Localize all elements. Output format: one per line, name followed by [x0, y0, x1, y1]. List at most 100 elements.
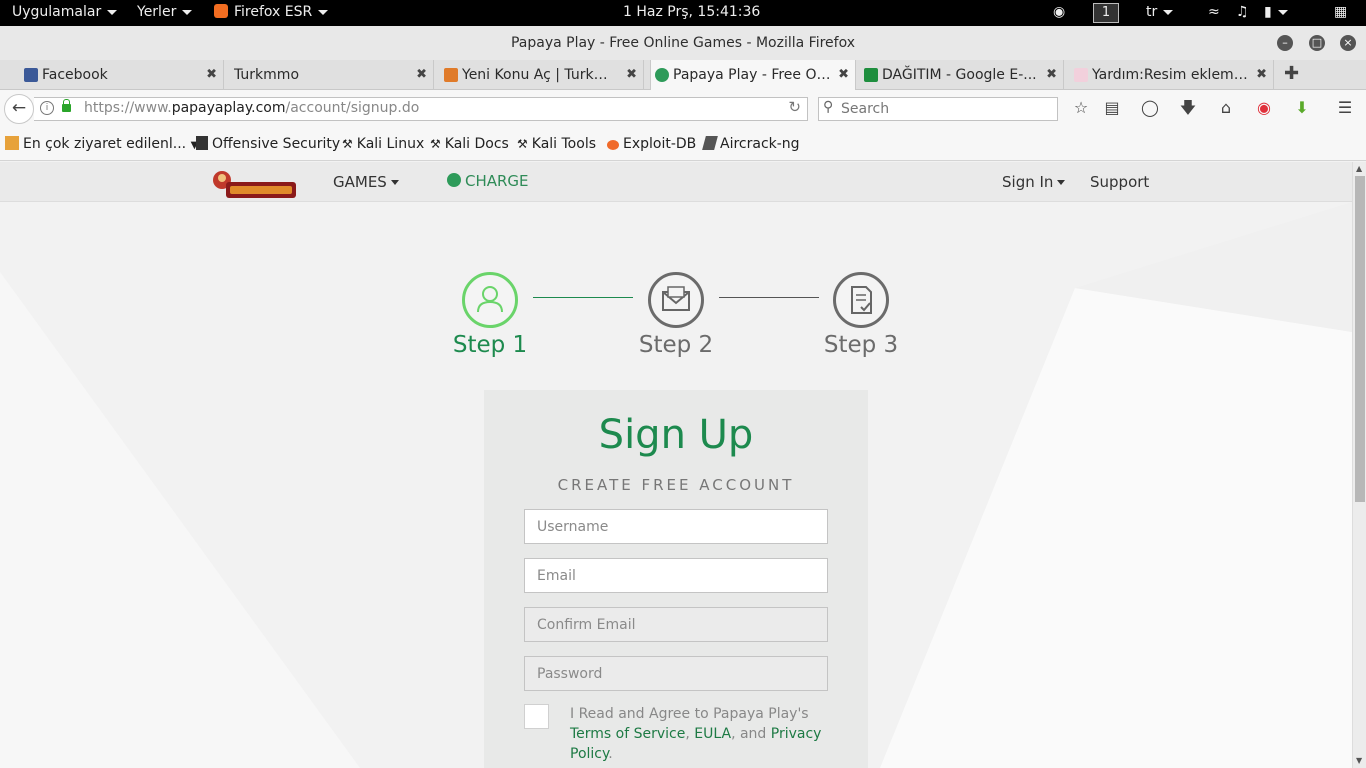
clock[interactable]: 1 Haz Prş, 15:41:36: [623, 4, 760, 20]
close-icon[interactable]: ✖: [1046, 60, 1057, 90]
bookmark-kali-tools[interactable]: ⚒ Kali Tools: [517, 136, 596, 152]
step-1-label: Step 1: [452, 332, 528, 358]
wiki-icon: [1074, 68, 1088, 82]
tab-label: Facebook: [42, 67, 108, 83]
chevron-down-icon: [1163, 9, 1174, 15]
web-page: GAMES CHARGE Sign In Support Step 1 Step…: [0, 162, 1352, 768]
bookmark-most-visited[interactable]: En çok ziyaret edilenl... ▼: [5, 136, 198, 152]
charge-link[interactable]: CHARGE: [447, 172, 529, 190]
bookmark-star-icon[interactable]: ☆: [1070, 97, 1092, 119]
hamburger-menu-icon[interactable]: ☰: [1334, 97, 1356, 119]
scrollbar-thumb[interactable]: [1355, 176, 1365, 502]
close-window-icon[interactable]: ×: [1340, 35, 1356, 51]
url-text[interactable]: https://www.papayaplay.com/account/signu…: [84, 100, 419, 116]
url-bar[interactable]: i https://www.papayaplay.com/account/sig…: [34, 97, 808, 121]
tab-papaya-play[interactable]: Papaya Play - Free On... ✖: [650, 60, 856, 90]
download-helper-icon[interactable]: ⬇: [1291, 97, 1313, 119]
window-title: Papaya Play - Free Online Games - Mozill…: [510, 35, 856, 51]
new-tab-icon[interactable]: ✚: [1284, 63, 1299, 85]
battery-icon[interactable]: ▮: [1264, 4, 1288, 20]
reload-icon[interactable]: ↻: [788, 98, 801, 116]
close-icon[interactable]: ✖: [206, 60, 217, 90]
username-field[interactable]: [524, 509, 828, 544]
tab-label: Papaya Play - Free On...: [673, 67, 831, 83]
bookmark-offensive-security[interactable]: Offensive Security: [196, 136, 340, 152]
volume-icon[interactable]: ♫: [1236, 4, 1249, 20]
close-icon[interactable]: ✖: [838, 60, 849, 90]
url-scheme: https://www.: [84, 100, 172, 116]
pocket-icon[interactable]: ◯: [1139, 97, 1161, 119]
exploitdb-icon: [607, 140, 619, 150]
search-icon: ⚲: [823, 99, 834, 115]
confirm-email-field[interactable]: [524, 607, 828, 642]
aircrack-icon: [702, 136, 718, 150]
active-app-label: Firefox ESR: [234, 4, 313, 20]
games-menu[interactable]: GAMES: [333, 173, 399, 191]
signup-title: Sign Up: [598, 412, 754, 458]
kali-icon: ⚒: [517, 137, 528, 151]
scroll-down-icon[interactable]: ▼: [1356, 756, 1362, 765]
period-text: .: [608, 746, 613, 762]
url-path: /account/signup.do: [285, 100, 420, 116]
tab-yardim[interactable]: Yardım:Resim ekleme ... ✖: [1070, 60, 1274, 90]
search-bar[interactable]: ⚲: [818, 97, 1058, 121]
step-3-label: Step 3: [823, 332, 899, 358]
bookmark-kali-docs[interactable]: ⚒ Kali Docs: [430, 136, 509, 152]
download-icon[interactable]: 🡇: [1177, 97, 1199, 119]
agree-checkbox[interactable]: [524, 704, 549, 729]
terms-of-service-link[interactable]: Terms of Service: [570, 726, 685, 742]
support-link[interactable]: Support: [1090, 173, 1149, 191]
charge-label: CHARGE: [465, 172, 529, 190]
page-scrollbar[interactable]: ▲ ▼: [1352, 162, 1366, 768]
tab-yeni-konu[interactable]: Yeni Konu Aç | Turkm... ✖: [440, 60, 644, 90]
video-icon[interactable]: ◉: [1053, 4, 1065, 20]
scroll-up-icon[interactable]: ▲: [1356, 164, 1362, 173]
places-menu[interactable]: Yerler: [137, 4, 193, 20]
back-arrow-icon[interactable]: ←: [4, 94, 34, 124]
tab-turkmmo[interactable]: Turkmmo ✖: [224, 60, 434, 90]
close-icon[interactable]: ✖: [626, 60, 637, 90]
close-icon[interactable]: ✖: [416, 60, 427, 90]
eula-link[interactable]: EULA: [694, 726, 731, 742]
sign-in-menu[interactable]: Sign In: [1002, 173, 1066, 191]
home-icon[interactable]: ⌂: [1215, 97, 1237, 119]
bookmark-aircrack-ng[interactable]: Aircrack-ng: [702, 136, 800, 152]
reading-list-icon[interactable]: ▤: [1101, 97, 1123, 119]
url-host: papayaplay.com: [171, 100, 286, 116]
password-field[interactable]: [524, 656, 828, 691]
bookmark-exploit-db[interactable]: Exploit-DB: [607, 136, 696, 152]
workspace-indicator[interactable]: 1: [1093, 3, 1119, 23]
turkmmo-logo[interactable]: [206, 168, 298, 200]
bookmark-label: Exploit-DB: [623, 136, 697, 152]
lock-icon[interactable]: [62, 99, 71, 112]
extension-red-icon[interactable]: ◉: [1253, 97, 1275, 119]
folder-icon: [5, 136, 19, 150]
email-field[interactable]: [524, 558, 828, 593]
step-1: Step 1: [430, 272, 550, 358]
tab-facebook[interactable]: Facebook ✖: [20, 60, 224, 90]
info-icon[interactable]: i: [40, 101, 54, 115]
step-1-circle: [462, 272, 518, 328]
agree-text: I Read and Agree to Papaya Play's: [570, 706, 809, 722]
navigation-toolbar: ← i https://www.papayaplay.com/account/s…: [0, 90, 1366, 128]
step-2-circle: [648, 272, 704, 328]
facebook-icon: [24, 68, 38, 82]
bookmark-kali-linux[interactable]: ⚒ Kali Linux: [342, 136, 424, 152]
minimize-icon[interactable]: –: [1277, 35, 1293, 51]
active-app-menu[interactable]: Firefox ESR: [214, 4, 329, 20]
step-2-label: Step 2: [638, 332, 714, 358]
grid-menu-icon[interactable]: ▦: [1334, 4, 1347, 20]
tab-dagitim[interactable]: DAĞITIM - Google E-... ✖: [860, 60, 1064, 90]
kali-icon: ⚒: [430, 137, 441, 151]
wifi-icon[interactable]: ≈: [1208, 4, 1220, 20]
bookmark-label: Offensive Security: [212, 136, 341, 152]
applications-label: Uygulamalar: [12, 4, 102, 20]
close-icon[interactable]: ✖: [1256, 60, 1267, 90]
keyboard-layout-menu[interactable]: tr: [1146, 4, 1174, 20]
bookmark-label: Kali Tools: [531, 136, 596, 152]
search-input[interactable]: [841, 99, 1051, 119]
applications-menu[interactable]: Uygulamalar: [12, 4, 118, 20]
site-header: GAMES CHARGE Sign In Support: [0, 162, 1352, 202]
games-label: GAMES: [333, 173, 387, 191]
maximize-icon[interactable]: □: [1309, 35, 1325, 51]
